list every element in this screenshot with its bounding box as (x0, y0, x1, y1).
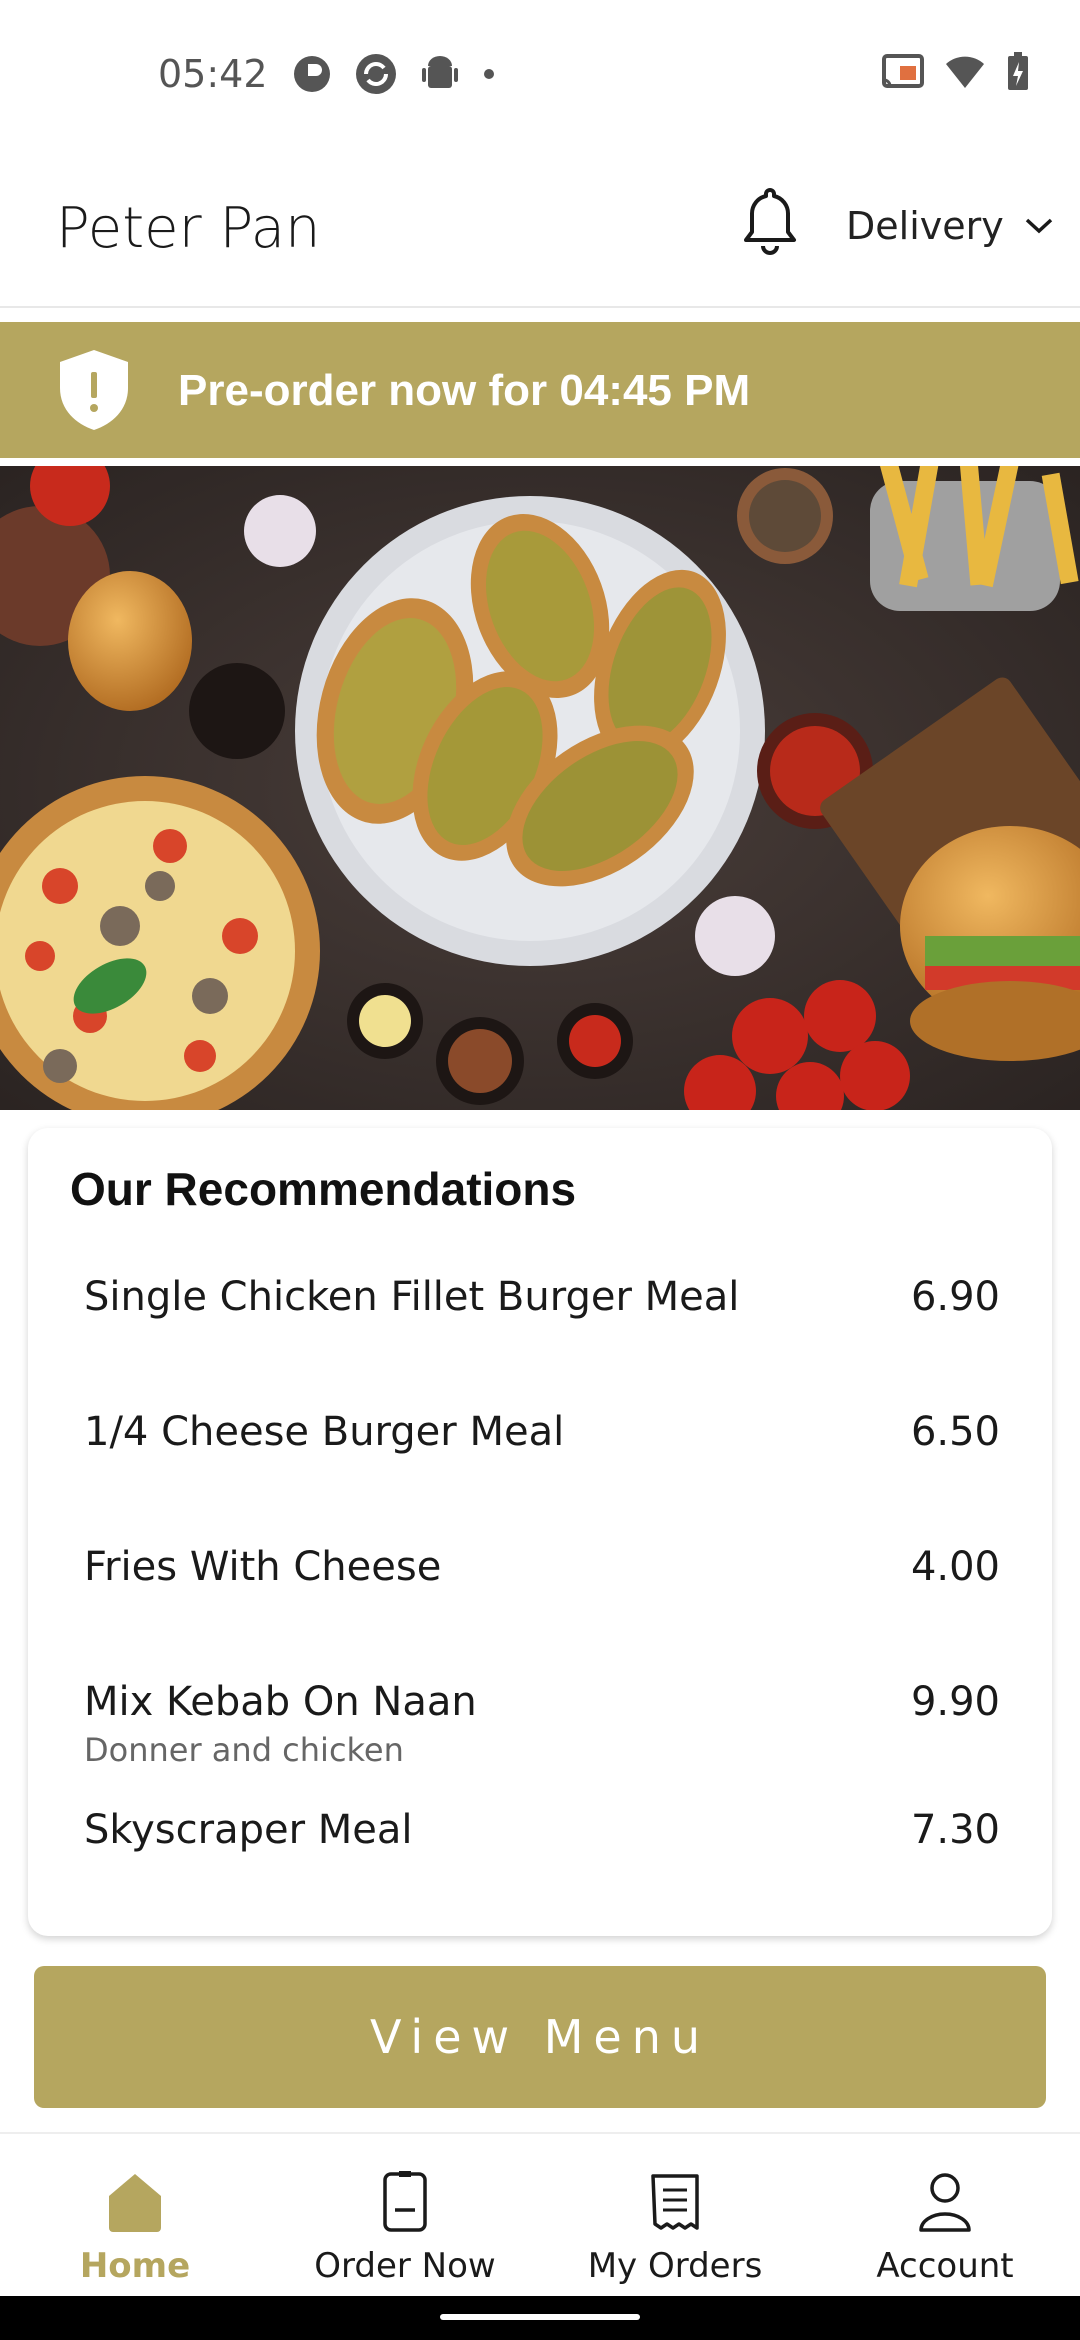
system-navigation-bar (0, 2296, 1080, 2340)
hero-food-image (0, 466, 1080, 1110)
nav-order-now-label: Order Now (314, 2246, 496, 2286)
item-name: 1/4 Cheese Burger Meal (84, 1409, 565, 1455)
app-header: Peter Pan Delivery (0, 150, 1080, 308)
item-price: 7.30 (910, 1807, 1000, 1853)
item-price: 6.90 (910, 1274, 1000, 1320)
nav-home[interactable]: Home (0, 2134, 270, 2298)
recommendations-title: Our Recommendations (70, 1163, 577, 1215)
android-icon (422, 56, 458, 88)
food-illustration (0, 466, 1080, 1110)
shield-alert-icon (60, 350, 128, 430)
notification-bell-icon[interactable] (740, 186, 800, 262)
chevron-down-icon (1025, 218, 1052, 234)
item-name: Fries With Cheese (84, 1544, 442, 1590)
sync-notification-icon (356, 54, 396, 94)
more-dot-icon (484, 69, 494, 79)
battery-icon (1008, 52, 1028, 90)
nav-my-orders[interactable]: My Orders (540, 2134, 810, 2298)
nav-account[interactable]: Account (810, 2134, 1080, 2298)
wifi-icon (946, 56, 984, 88)
system-status-icons (880, 52, 1030, 92)
status-bar: 05:42 (0, 0, 1080, 150)
item-name: Single Chicken Fillet Burger Meal (84, 1274, 740, 1320)
nav-home-label: Home (79, 2246, 191, 2286)
recommendations-card: Our Recommendations Single Chicken Fille… (28, 1128, 1052, 1936)
account-icon (919, 2173, 971, 2232)
recommendation-item[interactable]: Single Chicken Fillet Burger Meal 6.90 (84, 1274, 1000, 1384)
recommendation-item[interactable]: 1/4 Cheese Burger Meal 6.50 (84, 1409, 1000, 1519)
nav-account-label: Account (876, 2246, 1014, 2286)
nav-order-now[interactable]: Order Now (270, 2134, 540, 2298)
nav-my-orders-label: My Orders (587, 2246, 763, 2286)
delivery-mode-label: Delivery (846, 204, 1004, 248)
item-name: Skyscraper Meal (84, 1807, 413, 1853)
receipt-icon (651, 2174, 699, 2230)
home-gesture-pill[interactable] (440, 2314, 640, 2320)
item-description: Donner and chicken (84, 1731, 404, 1769)
order-icon (383, 2171, 427, 2232)
preorder-banner: Pre-order now for 04:45 PM (0, 322, 1080, 458)
recommendation-item[interactable]: Mix Kebab On Naan Donner and chicken 9.9… (84, 1679, 1000, 1789)
app-notification-icon (294, 56, 330, 92)
restaurant-name: Peter Pan (56, 196, 321, 261)
item-price: 6.50 (910, 1409, 1000, 1455)
view-menu-button[interactable]: View Menu (34, 1966, 1046, 2108)
status-time: 05:42 (158, 52, 268, 96)
item-name: Mix Kebab On Naan (84, 1679, 477, 1725)
view-menu-label: View Menu (369, 2010, 711, 2064)
home-icon (109, 2174, 161, 2232)
bottom-navigation: Home Order Now My Orders Account (0, 2132, 1080, 2296)
delivery-mode-dropdown[interactable]: Delivery (846, 204, 1054, 248)
status-notification-icons (292, 52, 496, 96)
recommendation-item[interactable]: Skyscraper Meal 7.30 (84, 1807, 1000, 1917)
item-price: 4.00 (910, 1544, 1000, 1590)
preorder-text: Pre-order now for 04:45 PM (178, 366, 751, 415)
cast-icon (882, 54, 924, 88)
recommendation-item[interactable]: Fries With Cheese 4.00 (84, 1544, 1000, 1654)
item-price: 9.90 (910, 1679, 1000, 1725)
